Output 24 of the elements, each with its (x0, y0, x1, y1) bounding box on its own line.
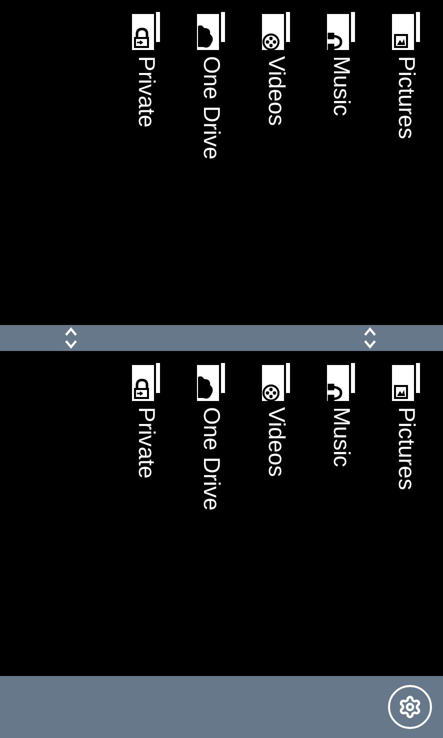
folder-icon (132, 363, 161, 401)
folder-label[interactable]: Music (327, 56, 356, 116)
settings-icon (398, 695, 422, 719)
folder-icon (262, 12, 291, 50)
folder-icon (392, 363, 421, 401)
folder-label[interactable]: One Drive (197, 56, 226, 160)
settings-button[interactable] (388, 685, 432, 729)
folder-label[interactable]: Private (132, 407, 161, 479)
folder-icon (132, 12, 161, 50)
folder-icon (262, 363, 291, 401)
folder-label[interactable]: Pictures (392, 56, 421, 140)
folder-icon (327, 12, 356, 50)
folder-icon (392, 12, 421, 50)
up-down-arrows-icon[interactable] (64, 326, 78, 350)
folder-label[interactable]: Music (327, 407, 356, 468)
folder-label[interactable]: One Drive (197, 407, 226, 511)
folder-label[interactable]: Videos (262, 56, 291, 126)
folder-icon (327, 363, 356, 401)
up-down-arrows-icon[interactable] (363, 326, 377, 350)
folder-label[interactable]: Private (132, 56, 161, 128)
folder-label[interactable]: Videos (262, 407, 291, 477)
folder-icon (197, 363, 226, 401)
folder-icon (197, 12, 226, 50)
folder-label[interactable]: Pictures (392, 407, 421, 490)
